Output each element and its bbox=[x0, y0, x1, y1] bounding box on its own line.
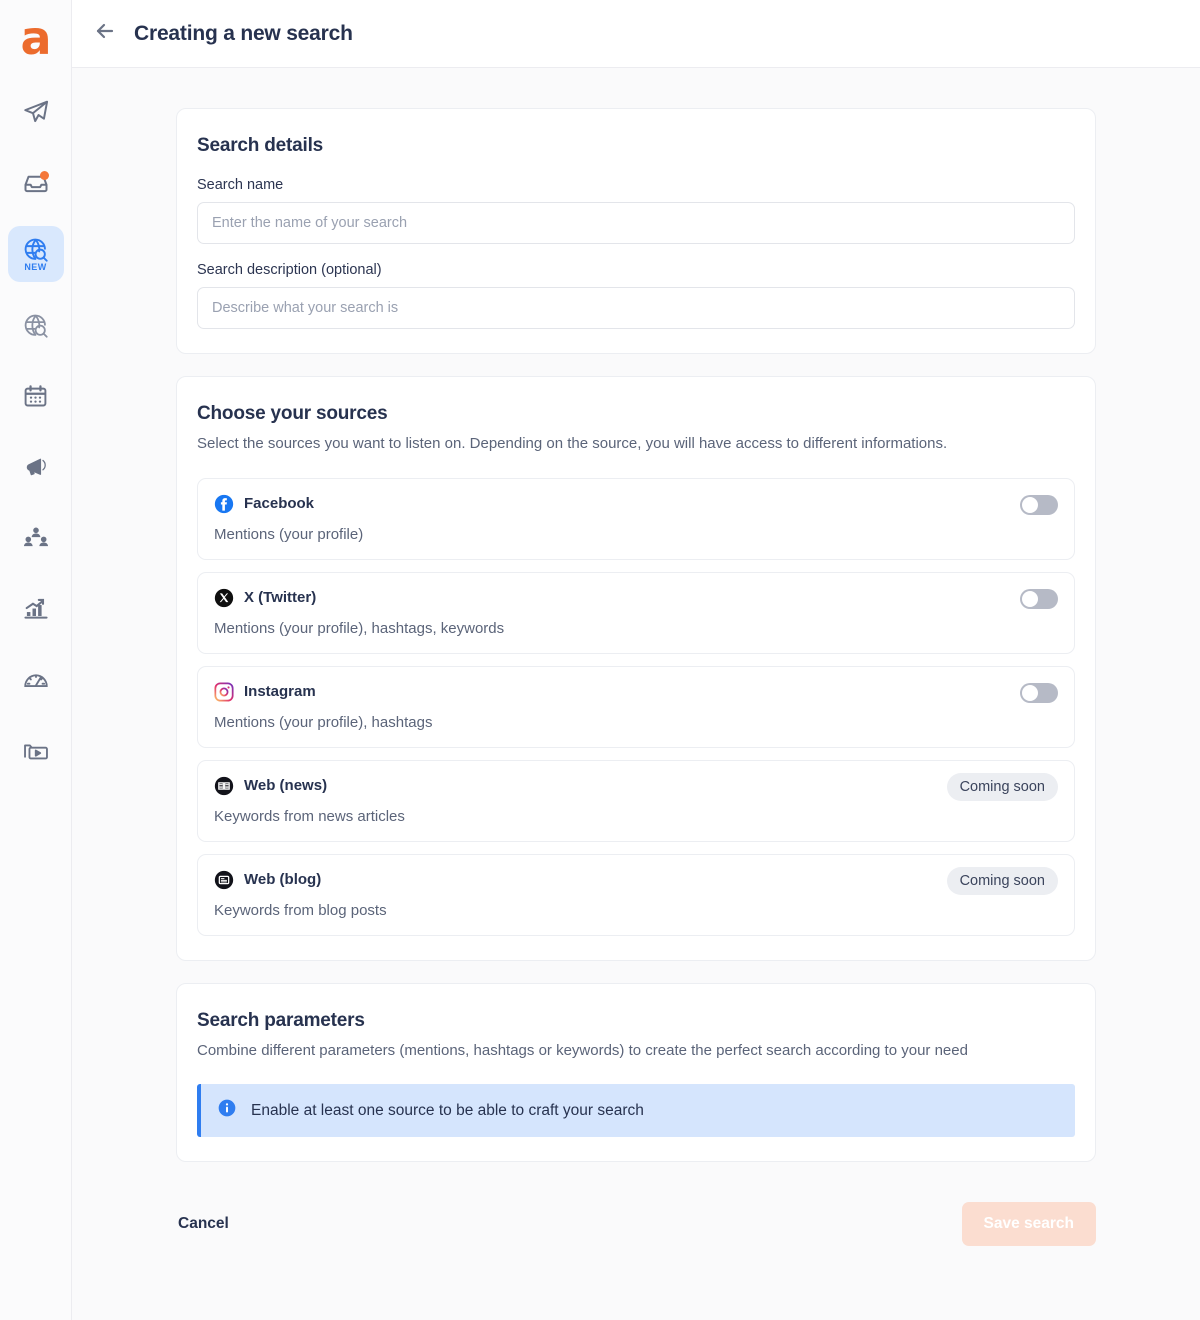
source-header: Web (news) bbox=[214, 776, 1058, 796]
main-area: Creating a new search Search details Sea… bbox=[72, 0, 1200, 1320]
sidebar: a NEW bbox=[0, 0, 72, 1320]
sidebar-item-analytics[interactable] bbox=[8, 581, 64, 637]
source-description: Keywords from blog posts bbox=[214, 901, 387, 919]
sidebar-item-performance[interactable] bbox=[8, 652, 64, 708]
facebook-toggle[interactable] bbox=[1020, 494, 1058, 515]
search-details-title: Search details bbox=[197, 135, 324, 156]
source-name: Facebook bbox=[244, 495, 315, 512]
choose-sources-title: Choose your sources bbox=[197, 403, 388, 424]
search-description-label: Search description (optional) bbox=[197, 262, 382, 278]
source-name: Web (blog) bbox=[244, 871, 322, 888]
info-banner: Enable at least one source to be able to… bbox=[197, 1084, 1075, 1137]
source-header: Web (blog) bbox=[214, 870, 1058, 890]
search-details-card: Search details Search name Search descri… bbox=[176, 108, 1096, 354]
top-bar: Creating a new search bbox=[72, 0, 1200, 68]
source-description: Mentions (your profile), hashtags bbox=[214, 713, 433, 731]
source-header: Instagram bbox=[214, 681, 1058, 702]
calendar-icon bbox=[22, 383, 49, 410]
search-parameters-title: Search parameters bbox=[197, 1009, 365, 1031]
search-description-input[interactable] bbox=[197, 287, 1075, 329]
sidebar-new-badge: NEW bbox=[24, 262, 47, 272]
megaphone-icon bbox=[22, 453, 50, 481]
source-row-web-blog: Web (blog) Keywords from blog posts Comi… bbox=[197, 853, 1075, 936]
source-header: X (Twitter) bbox=[214, 588, 1058, 608]
sidebar-item-new-search[interactable]: NEW bbox=[7, 226, 64, 282]
x-twitter-toggle[interactable] bbox=[1020, 588, 1058, 609]
search-description-field-block: Search description (optional) bbox=[197, 262, 1075, 329]
media-folder-icon bbox=[22, 737, 50, 765]
source-description: Mentions (your profile), hashtags, keywo… bbox=[214, 619, 505, 637]
source-row-x-twitter[interactable]: X (Twitter) Mentions (your profile), has… bbox=[197, 571, 1075, 654]
search-name-label: Search name bbox=[197, 177, 284, 193]
web-blog-icon bbox=[214, 870, 234, 890]
app-logo[interactable]: a bbox=[8, 10, 64, 66]
instagram-toggle[interactable] bbox=[1020, 682, 1058, 703]
toggle-knob bbox=[1022, 590, 1038, 607]
gauge-icon bbox=[22, 666, 50, 694]
people-icon bbox=[22, 524, 50, 552]
form-footer: Cancel Save search bbox=[176, 1192, 1096, 1246]
toggle-knob bbox=[1022, 684, 1038, 701]
info-icon bbox=[217, 1098, 237, 1123]
search-parameters-subtitle: Combine different parameters (mentions, … bbox=[197, 1041, 968, 1059]
source-header: Facebook bbox=[214, 494, 1058, 514]
coming-soon-badge: Coming soon bbox=[946, 866, 1058, 895]
coming-soon-badge: Coming soon bbox=[946, 772, 1058, 801]
instagram-icon bbox=[214, 681, 234, 702]
save-search-button[interactable]: Save search bbox=[961, 1202, 1096, 1246]
source-name: Instagram bbox=[244, 683, 316, 700]
bar-chart-icon bbox=[22, 595, 50, 623]
search-name-field-block: Search name bbox=[197, 177, 1075, 244]
sidebar-item-calendar[interactable] bbox=[8, 368, 64, 424]
sidebar-item-audience[interactable] bbox=[8, 510, 64, 566]
info-banner-text: Enable at least one source to be able to… bbox=[251, 1101, 644, 1119]
source-description: Keywords from news articles bbox=[214, 807, 405, 825]
source-row-facebook[interactable]: Facebook Mentions (your profile) bbox=[197, 477, 1075, 560]
search-parameters-card: Search parameters Combine different para… bbox=[176, 982, 1096, 1162]
page-title: Creating a new search bbox=[134, 21, 353, 45]
globe-search-outline-icon bbox=[22, 312, 49, 339]
source-name: Web (news) bbox=[244, 777, 328, 794]
sidebar-item-media[interactable] bbox=[8, 723, 64, 779]
paper-plane-icon bbox=[22, 98, 50, 126]
web-news-icon bbox=[214, 776, 234, 796]
logo-letter: a bbox=[20, 11, 51, 65]
source-row-instagram[interactable]: Instagram Mentions (your profile), hasht… bbox=[197, 665, 1075, 748]
content-column: Search details Search name Search descri… bbox=[176, 108, 1096, 1184]
sidebar-item-search[interactable] bbox=[8, 297, 64, 353]
cancel-button[interactable]: Cancel bbox=[176, 1205, 231, 1243]
search-name-input[interactable] bbox=[197, 202, 1075, 244]
x-twitter-icon bbox=[214, 588, 234, 608]
source-name: X (Twitter) bbox=[244, 589, 317, 606]
content-scroll-area: Search details Search name Search descri… bbox=[72, 68, 1200, 1320]
app-root: a NEW Creating a new search Search detai… bbox=[0, 0, 1200, 1320]
globe-search-icon bbox=[22, 236, 49, 263]
inbox-notification-dot bbox=[39, 171, 49, 180]
choose-sources-subtitle: Select the sources you want to listen on… bbox=[197, 435, 948, 452]
sidebar-item-campaigns[interactable] bbox=[8, 439, 64, 495]
sidebar-item-send[interactable] bbox=[8, 84, 64, 140]
source-row-web-news: Web (news) Keywords from news articles C… bbox=[197, 759, 1075, 842]
choose-sources-card: Choose your sources Select the sources y… bbox=[176, 376, 1096, 961]
facebook-icon bbox=[214, 494, 234, 514]
arrow-left-icon bbox=[93, 19, 117, 48]
toggle-knob bbox=[1022, 496, 1038, 513]
source-description: Mentions (your profile) bbox=[214, 525, 364, 543]
sidebar-item-inbox[interactable] bbox=[8, 155, 64, 211]
back-button[interactable] bbox=[92, 21, 118, 47]
